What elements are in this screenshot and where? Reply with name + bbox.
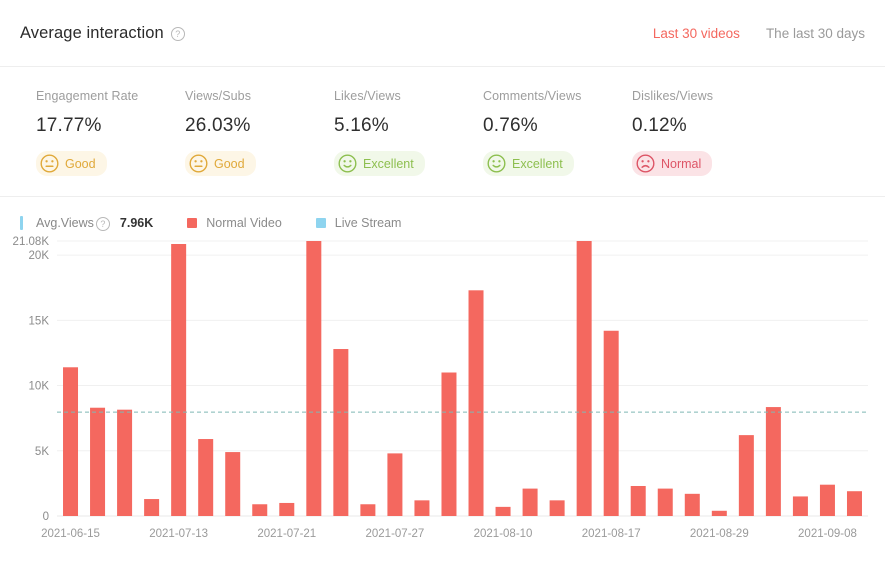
metric-label: Views/Subs	[185, 89, 252, 103]
metric-label: Comments/Views	[483, 89, 582, 103]
tab-last-30-days[interactable]: The last 30 days	[766, 26, 865, 41]
metric-value: 26.03%	[185, 115, 251, 136]
metric-value: 5.16%	[334, 115, 389, 136]
y-axis-tick-label: 5K	[35, 446, 49, 458]
legend-swatch-live-stream	[315, 218, 326, 228]
bar[interactable]	[63, 367, 79, 516]
y-axis-tick-label: 20K	[29, 250, 50, 262]
bar[interactable]	[333, 349, 349, 516]
bar[interactable]	[765, 407, 781, 516]
avg-views-marker-icon	[20, 216, 23, 230]
question-mark-icon[interactable]: ?	[170, 27, 185, 41]
status-badge: Excellent	[334, 151, 425, 176]
bar[interactable]	[225, 452, 241, 516]
bar[interactable]	[819, 484, 835, 516]
metric-value: 0.76%	[483, 115, 538, 136]
bar[interactable]	[171, 244, 187, 516]
status-badge-label: Excellent	[512, 156, 563, 171]
tab-last-30-videos[interactable]: Last 30 videos	[653, 26, 740, 41]
metric-label: Dislikes/Views	[632, 89, 714, 103]
status-badge: Good	[185, 151, 256, 176]
range-tabs: Last 30 videos The last 30 days	[653, 26, 865, 41]
legend-swatch-normal-video	[187, 218, 198, 228]
metric-card: Dislikes/Views 0.12% Normal	[632, 89, 781, 176]
bar[interactable]	[603, 330, 619, 516]
bar[interactable]	[549, 500, 565, 516]
bar-chart[interactable]: 0 5K 10K 15K 20K 21.08K 2021-06-15 2021-07-13 20…	[0, 233, 885, 553]
metric-card: Engagement Rate 17.77% Good	[36, 89, 185, 176]
chart-legend: Avg.Views ? 7.96K Normal Video Live Stre…	[0, 197, 885, 233]
smiley-face-icon	[487, 154, 506, 173]
bar[interactable]	[792, 496, 808, 516]
status-badge-label: Excellent	[363, 156, 414, 171]
status-badge: Normal	[632, 151, 713, 176]
metric-card: Views/Subs 26.03% Good	[185, 89, 334, 176]
y-axis-tick-label: 15K	[29, 315, 50, 327]
x-axis-tick-label: 2021-08-29	[690, 528, 749, 540]
bar[interactable]	[279, 502, 295, 516]
bar[interactable]	[414, 500, 430, 516]
bar[interactable]	[522, 488, 538, 516]
y-axis-tick-label: 21.08K	[13, 236, 50, 248]
bar[interactable]	[360, 504, 376, 516]
metric-label: Engagement Rate	[36, 89, 139, 103]
bar[interactable]	[738, 435, 754, 516]
avg-views-value: 7.96K	[119, 216, 154, 230]
x-axis-tick-label: 2021-06-15	[41, 528, 100, 540]
bar[interactable]	[198, 439, 214, 516]
metric-value: 0.12%	[632, 115, 687, 136]
x-axis-tick-label: 2021-07-27	[366, 528, 425, 540]
legend-label-normal-video: Normal Video	[206, 216, 282, 230]
metric-label: Likes/Views	[334, 89, 401, 103]
bar[interactable]	[144, 499, 160, 516]
bar[interactable]	[90, 407, 106, 516]
page-title: Average interaction	[20, 23, 164, 42]
status-badge-label: Good	[65, 156, 96, 171]
avg-views-label: Avg.Views ?	[36, 216, 110, 231]
bar[interactable]	[306, 241, 322, 516]
metrics-row: Engagement Rate 17.77% Good Views/Subs 26.03…	[0, 67, 885, 197]
metric-card: Likes/Views 5.16% Excellent	[334, 89, 483, 176]
bar[interactable]	[657, 488, 673, 516]
average-interaction-panel: Average interaction ? Last 30 videos The…	[0, 0, 885, 576]
chart-block: Avg.Views ? 7.96K Normal Video Live Stre…	[0, 197, 885, 553]
x-axis-tick-label: 2021-07-13	[149, 528, 208, 540]
bar[interactable]	[252, 504, 268, 516]
bar[interactable]	[576, 241, 592, 516]
status-badge: Excellent	[483, 151, 574, 176]
legend-label-live-stream: Live Stream	[334, 216, 402, 230]
avg-views-label-text: Avg.Views	[36, 216, 94, 230]
status-badge-label: Normal	[661, 156, 702, 171]
sad-face-icon	[636, 154, 655, 173]
legend-item-normal-video[interactable]: Normal Video	[187, 216, 282, 230]
y-axis-tick-label: 0	[43, 511, 49, 523]
neutral-face-icon	[189, 154, 208, 173]
question-mark-icon[interactable]: ?	[95, 217, 110, 231]
smiley-face-icon	[338, 154, 357, 173]
x-axis-tick-label: 2021-08-10	[474, 528, 533, 540]
x-axis-tick-label: 2021-07-21	[257, 528, 316, 540]
legend-item-live-stream[interactable]: Live Stream	[315, 216, 402, 230]
y-axis-tick-label: 10K	[29, 381, 50, 393]
bar[interactable]	[495, 506, 511, 516]
status-badge-label: Good	[214, 156, 245, 171]
neutral-face-icon	[40, 154, 59, 173]
status-badge: Good	[36, 151, 107, 176]
metric-card: Comments/Views 0.76% Excellent	[483, 89, 632, 176]
x-axis-tick-label: 2021-09-08	[798, 528, 857, 540]
bar[interactable]	[387, 453, 403, 516]
bar-chart-canvas[interactable]: 0 5K 10K 15K 20K 21.08K 2021-06-15 2021-07-13 20…	[0, 233, 885, 553]
bar[interactable]	[711, 510, 727, 516]
x-axis-tick-label: 2021-08-17	[582, 528, 641, 540]
bar[interactable]	[468, 290, 484, 516]
panel-header: Average interaction ? Last 30 videos The…	[0, 0, 885, 67]
bar[interactable]	[684, 493, 700, 516]
bar[interactable]	[846, 491, 862, 516]
bar[interactable]	[441, 372, 457, 516]
metric-value: 17.77%	[36, 115, 102, 136]
bar[interactable]	[630, 485, 646, 516]
bar[interactable]	[117, 409, 133, 516]
